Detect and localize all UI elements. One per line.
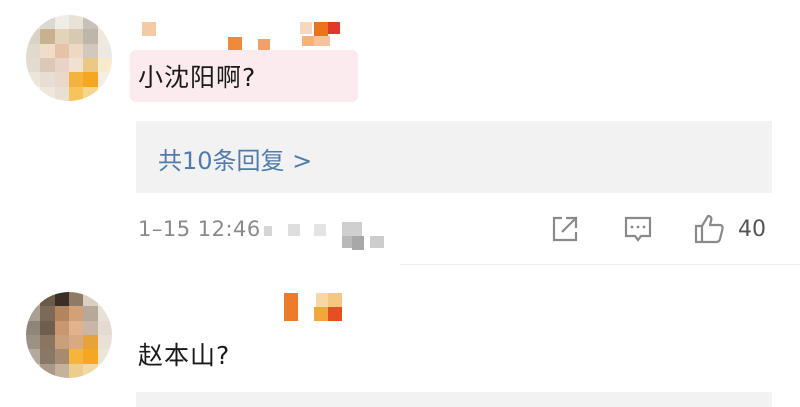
comment-text: 赵本山? xyxy=(138,341,231,370)
comment-icon xyxy=(624,216,652,242)
avatar[interactable] xyxy=(26,292,112,378)
like-count: 40 xyxy=(738,217,766,242)
location-redacted xyxy=(264,218,394,252)
thumbs-up-icon xyxy=(694,214,724,244)
share-icon xyxy=(552,216,578,242)
username-redacted[interactable] xyxy=(284,293,354,323)
username-redacted[interactable] xyxy=(142,22,352,52)
share-button[interactable] xyxy=(548,212,582,246)
replies-box[interactable]: 共10条回复 > xyxy=(136,121,772,193)
comment-text: 小沈阳啊? xyxy=(138,63,257,92)
view-replies-link[interactable]: 共10条回复 > xyxy=(158,141,312,176)
replies-box[interactable] xyxy=(136,392,772,407)
comment-timestamp: 1–15 12:46 xyxy=(138,217,261,241)
comment-divider xyxy=(400,264,800,265)
comment-button[interactable] xyxy=(621,212,655,246)
like-button[interactable] xyxy=(692,212,726,246)
avatar[interactable] xyxy=(26,15,112,101)
